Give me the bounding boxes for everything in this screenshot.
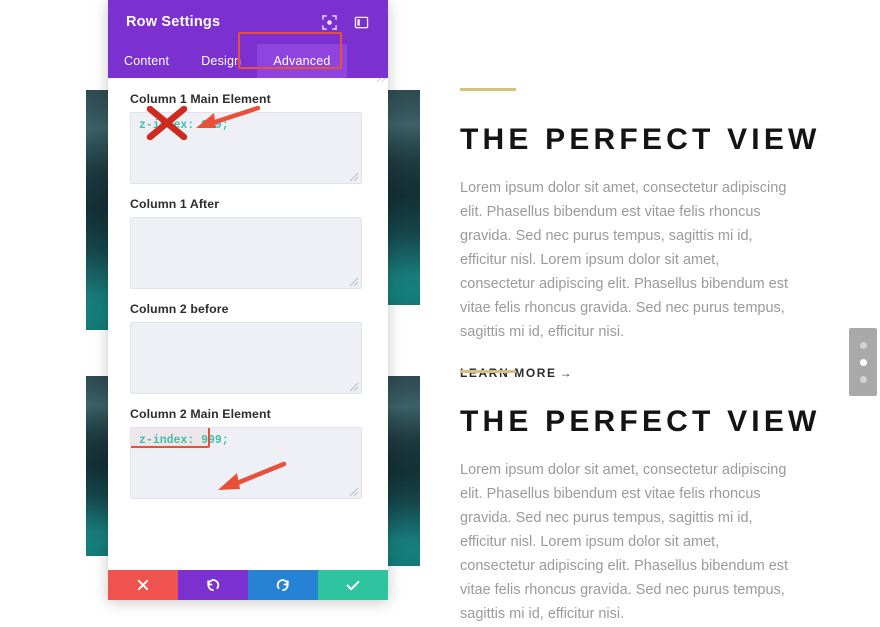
field-column-2-before: Column 2 before bbox=[130, 302, 366, 394]
cancel-button[interactable] bbox=[108, 570, 178, 600]
code-input-column-1-after[interactable] bbox=[130, 217, 362, 289]
field-column-1-after: Column 1 After bbox=[130, 197, 366, 289]
code-input-column-2-before[interactable] bbox=[130, 322, 362, 394]
resize-grip-icon[interactable] bbox=[376, 78, 387, 83]
resize-grip-icon[interactable] bbox=[349, 277, 359, 287]
field-label: Column 2 Main Element bbox=[130, 407, 271, 421]
layout-panel-icon[interactable] bbox=[352, 13, 370, 31]
resize-grip-icon[interactable] bbox=[349, 382, 359, 392]
code-value: z-index: 999; bbox=[139, 434, 229, 447]
accent-rule bbox=[460, 370, 516, 373]
tab-advanced[interactable]: Advanced bbox=[257, 44, 347, 78]
modal-footer bbox=[108, 570, 388, 600]
modal-body: Column 1 Main Element z-index: 999; Colu… bbox=[108, 78, 388, 570]
modal-header: Row Settings bbox=[108, 0, 388, 44]
dot-nav-item-active[interactable] bbox=[859, 358, 867, 366]
expand-icon[interactable] bbox=[320, 13, 338, 31]
field-column-1-main-element: Column 1 Main Element z-index: 999; bbox=[130, 92, 366, 184]
save-button[interactable] bbox=[318, 570, 388, 600]
field-label: Column 1 After bbox=[130, 197, 220, 211]
row-settings-modal: Row Settings Content Design Advanced Col… bbox=[108, 0, 388, 600]
page-headline: THE PERFECT VIEW bbox=[460, 123, 821, 156]
undo-button[interactable] bbox=[178, 570, 248, 600]
resize-grip-icon[interactable] bbox=[349, 487, 359, 497]
tab-content[interactable]: Content bbox=[108, 44, 185, 78]
dot-nav-item[interactable] bbox=[859, 341, 867, 349]
code-input-column-1-main-element[interactable]: z-index: 999; bbox=[130, 112, 362, 184]
resize-grip-icon[interactable] bbox=[349, 172, 359, 182]
body-paragraph: Lorem ipsum dolor sit amet, consectetur … bbox=[460, 180, 789, 340]
modal-tab-bar: Content Design Advanced bbox=[108, 32, 388, 78]
code-input-column-2-main-element[interactable]: z-index: 999; bbox=[130, 427, 362, 499]
section-dot-nav[interactable] bbox=[849, 328, 877, 396]
body-paragraph: Lorem ipsum dolor sit amet, consectetur … bbox=[460, 462, 789, 622]
page-root: THE PERFECT VIEW Lorem ipsum dolor sit a… bbox=[0, 0, 880, 627]
content-block: THE PERFECT VIEW Lorem ipsum dolor sit a… bbox=[460, 88, 821, 382]
field-label: Column 2 before bbox=[130, 302, 229, 316]
field-label: Column 1 Main Element bbox=[130, 92, 271, 106]
tab-design[interactable]: Design bbox=[185, 44, 257, 78]
code-value: z-index: 999; bbox=[139, 119, 229, 132]
redo-button[interactable] bbox=[248, 570, 318, 600]
accent-rule bbox=[460, 88, 516, 91]
field-column-2-main-element: Column 2 Main Element z-index: 999; bbox=[130, 407, 366, 499]
modal-title: Row Settings bbox=[126, 14, 221, 30]
page-headline: THE PERFECT VIEW bbox=[460, 405, 821, 438]
dot-nav-item[interactable] bbox=[859, 375, 867, 383]
content-block: THE PERFECT VIEW Lorem ipsum dolor sit a… bbox=[460, 370, 821, 627]
